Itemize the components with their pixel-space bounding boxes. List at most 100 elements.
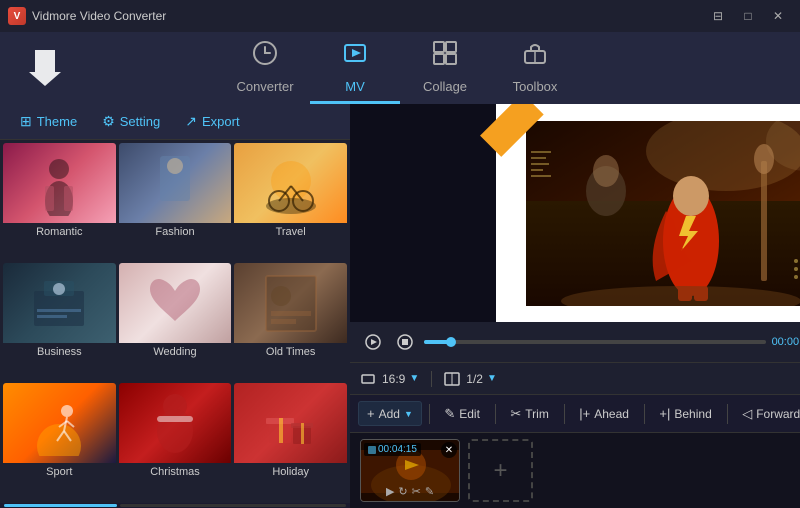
add-button[interactable]: + Add ▼ [358, 401, 422, 426]
app-icon: V [8, 7, 26, 25]
forward-label: Forward [756, 407, 800, 421]
toolbox-icon [521, 39, 549, 73]
theme-romantic[interactable]: Romantic [3, 143, 116, 260]
title-bar-controls: ⊟ □ ✕ [704, 6, 792, 26]
split-arrow-icon: ▼ [487, 373, 497, 384]
theme-label: Theme [37, 114, 77, 129]
left-panel: ⊞ Theme ⚙ Setting ↗ Export [0, 104, 350, 508]
ratio-arrow-icon: ▼ [409, 373, 419, 384]
collage-label: Collage [423, 79, 467, 94]
mv-icon [341, 39, 369, 73]
theme-icon: ⊞ [20, 113, 32, 130]
clip-duration-icon [368, 446, 376, 454]
theme-fashion[interactable]: Fashion [119, 143, 232, 260]
collage-icon [431, 39, 459, 73]
trim-label: Trim [525, 407, 549, 421]
theme-oldtimes[interactable]: Old Times [234, 263, 347, 380]
clip-duration: 00:04:15 [364, 443, 421, 456]
split-value: 1/2 [466, 372, 483, 386]
video-content-svg [526, 121, 800, 306]
mv-label: MV [345, 79, 365, 94]
app-title: Vidmore Video Converter [32, 9, 166, 23]
edit-icon: ✎ [444, 406, 455, 422]
theme-business[interactable]: Business [3, 263, 116, 380]
main-content: ⊞ Theme ⚙ Setting ↗ Export [0, 104, 800, 508]
video-preview: + [350, 104, 800, 322]
ahead-icon: |+ [579, 406, 590, 421]
ratio-value: 16:9 [382, 372, 405, 386]
tab-toolbox[interactable]: Toolbox [490, 32, 580, 104]
setting-tab[interactable]: ⚙ Setting [92, 109, 170, 134]
nav-bar: Converter MV Collage [0, 32, 800, 104]
title-bar-left: V Vidmore Video Converter [8, 7, 166, 25]
right-panel: + 00:00:02.21/00:04:15.12 Export [350, 104, 800, 508]
ahead-button[interactable]: |+ Ahead [571, 402, 637, 425]
split-select[interactable]: 1/2 ▼ [466, 372, 497, 386]
converter-icon [251, 39, 279, 73]
progress-thumb [446, 337, 456, 347]
theme-grid: Romantic Fashion [0, 140, 350, 503]
separator [431, 371, 432, 387]
behind-icon: +| [659, 406, 670, 421]
clip-cut-icon[interactable]: ✂ [412, 485, 421, 498]
timeline-clips: 00:04:15 ✕ ▶ ↻ ✂ ✎ + [350, 433, 800, 508]
export-icon: ↗ [185, 113, 197, 130]
add-label: Add [379, 407, 400, 421]
close-button[interactable]: ✕ [764, 6, 792, 26]
progress-bar[interactable] [424, 340, 766, 344]
trim-button[interactable]: ✂ Trim [502, 402, 556, 426]
clip-loop-icon[interactable]: ↻ [398, 485, 407, 498]
app-logo [20, 43, 70, 93]
behind-button[interactable]: +| Behind [651, 402, 719, 425]
controls-bar2: 16:9 ▼ 1/2 ▼ [350, 362, 800, 394]
edit-label: Edit [459, 407, 480, 421]
panel-tabs: ⊞ Theme ⚙ Setting ↗ Export [0, 104, 350, 140]
minimize-button[interactable]: ⊟ [704, 6, 732, 26]
theme-tab[interactable]: ⊞ Theme [10, 109, 87, 134]
theme-wedding[interactable]: Wedding [119, 263, 232, 380]
logo-icon [23, 46, 67, 90]
tab-mv[interactable]: MV [310, 32, 400, 104]
ratio-select[interactable]: 16:9 ▼ [382, 372, 419, 386]
clip-play-icon[interactable]: ▶ [386, 485, 394, 498]
play-button[interactable] [360, 329, 386, 355]
time-display: 00:00:02.21/00:04:15.12 [772, 336, 800, 348]
title-bar: V Vidmore Video Converter ⊟ □ ✕ [0, 0, 800, 32]
clip-close-button[interactable]: ✕ [441, 442, 457, 458]
maximize-button[interactable]: □ [734, 6, 762, 26]
trim-icon: ✂ [510, 406, 521, 422]
tab-collage[interactable]: Collage [400, 32, 490, 104]
split-icon [444, 371, 460, 387]
export-tab[interactable]: ↗ Export [175, 109, 249, 134]
add-clip-icon: + [493, 457, 507, 485]
preview-video-area: + [526, 121, 800, 306]
clip-edit-icon[interactable]: ✎ [425, 485, 434, 498]
theme-travel[interactable]: Travel [234, 143, 347, 260]
converter-label: Converter [236, 79, 293, 94]
add-clip-button[interactable]: + [468, 439, 533, 502]
aspect-ratio-icon [360, 371, 376, 387]
preview-frame: + [496, 104, 800, 322]
timeline-area: + Add ▼ ✎ Edit ✂ Trim [350, 394, 800, 508]
setting-icon: ⚙ [102, 113, 115, 130]
forward-button[interactable]: ◁ Forward [734, 402, 800, 426]
edit-button[interactable]: ✎ Edit [436, 402, 488, 426]
behind-label: Behind [674, 407, 711, 421]
clip-controls: ▶ ↻ ✂ ✎ [361, 485, 459, 498]
export-label: Export [202, 114, 240, 129]
add-icon: + [367, 406, 375, 421]
theme-christmas[interactable]: Christmas [119, 383, 232, 500]
scroll-indicator [0, 503, 350, 508]
add-dropdown-icon: ▼ [404, 409, 413, 419]
setting-label: Setting [120, 114, 160, 129]
controls-bar: 00:00:02.21/00:04:15.12 Export [350, 322, 800, 362]
forward-icon: ◁ [742, 406, 752, 422]
theme-holiday[interactable]: Holiday [234, 383, 347, 500]
theme-sport[interactable]: Sport [3, 383, 116, 500]
ahead-label: Ahead [594, 407, 629, 421]
tab-converter[interactable]: Converter [220, 32, 310, 104]
clip-duration-text: 00:04:15 [378, 444, 417, 455]
toolbox-label: Toolbox [513, 79, 558, 94]
clip-item-1[interactable]: 00:04:15 ✕ ▶ ↻ ✂ ✎ [360, 439, 460, 502]
stop-button[interactable] [392, 329, 418, 355]
